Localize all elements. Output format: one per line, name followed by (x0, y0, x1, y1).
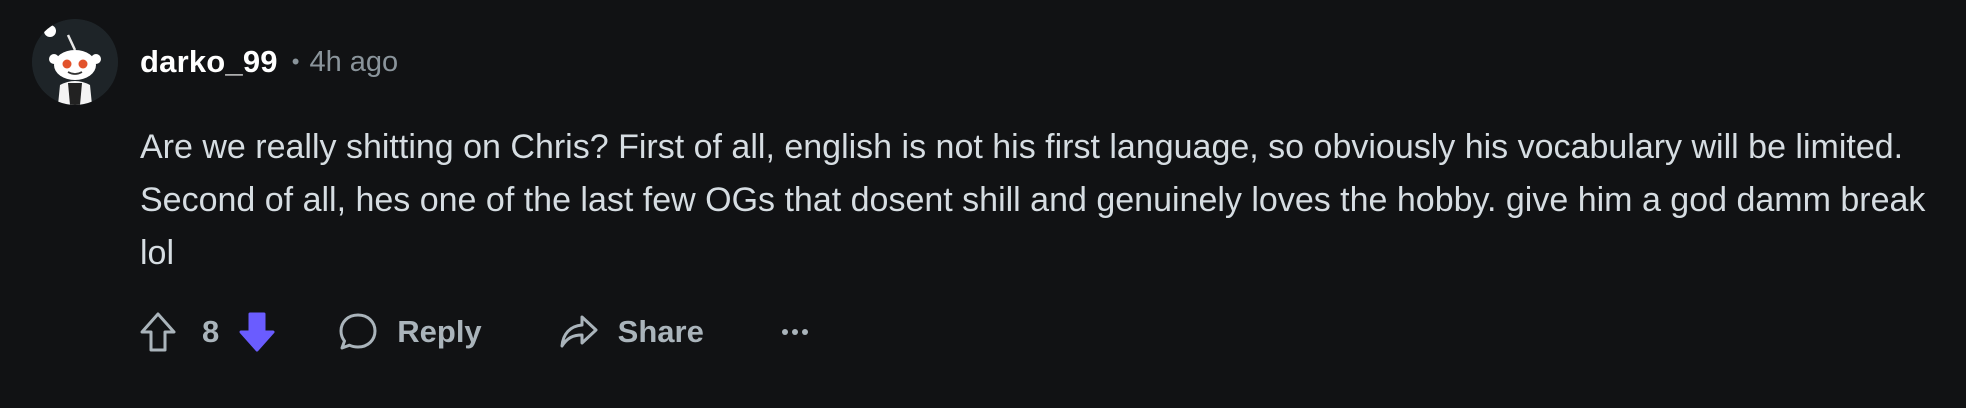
reply-label: Reply (397, 314, 482, 349)
username[interactable]: darko_99 (140, 44, 278, 80)
share-arrow-icon (560, 315, 598, 348)
comment-actions: 8 Reply Share (138, 307, 810, 357)
snoo-avatar-icon (32, 19, 118, 105)
share-button[interactable]: Share (558, 311, 704, 353)
ellipsis-icon (781, 329, 808, 335)
upvote-button[interactable] (138, 310, 178, 354)
downvote-button[interactable] (237, 310, 277, 354)
comment-card: darko_99 • 4h ago Are we really shitting… (0, 0, 1966, 408)
comment-header: darko_99 • 4h ago (140, 40, 398, 84)
meta-separator: • (291, 49, 300, 74)
avatar[interactable] (32, 19, 118, 105)
more-options-button[interactable] (780, 327, 810, 337)
vote-count: 8 (202, 314, 220, 349)
share-label: Share (617, 314, 704, 349)
speech-bubble-icon (339, 313, 377, 350)
comment-body: Are we really shitting on Chris? First o… (140, 128, 1926, 272)
reply-button[interactable]: Reply (337, 311, 482, 353)
arrow-up-outline-icon (140, 312, 176, 352)
arrow-down-filled-icon (239, 312, 275, 352)
timestamp[interactable]: 4h ago (309, 46, 398, 79)
